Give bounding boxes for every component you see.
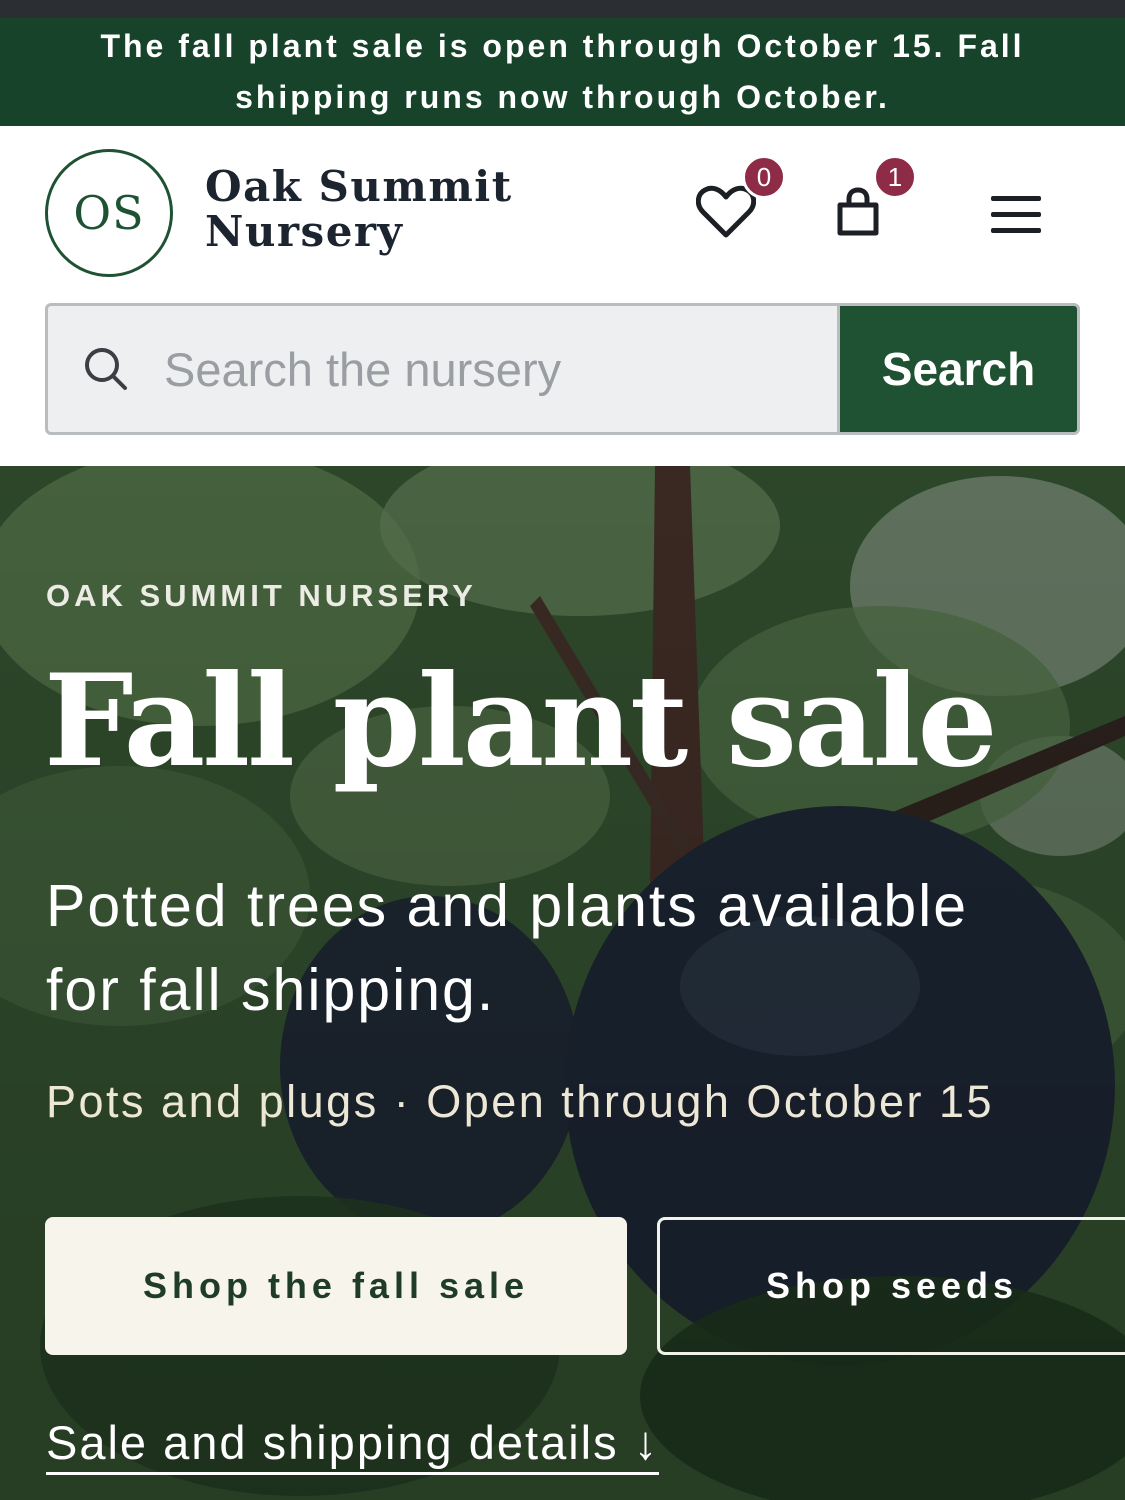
wishlist-count-badge: 0 — [742, 155, 786, 199]
hero-title: Fall plant sale — [44, 647, 998, 795]
logo-wordmark[interactable]: Oak Summit Nursery — [205, 164, 565, 254]
site-header: OS Oak Summit Nursery 0 1 Search — [0, 126, 1125, 466]
search-input[interactable] — [164, 306, 837, 432]
heart-icon — [696, 185, 756, 238]
brand-name-line-1: Oak Summit — [205, 162, 513, 211]
logo-monogram[interactable]: OS — [45, 149, 173, 277]
search-form: Search — [45, 303, 1080, 435]
hamburger-menu-icon — [991, 196, 1041, 233]
brand-name-line-2: Nursery — [205, 207, 404, 256]
search-icon-container — [48, 306, 164, 432]
shop-fall-sale-button[interactable]: Shop the fall sale — [45, 1217, 627, 1355]
hero-banner: OAK SUMMIT NURSERY Fall plant sale Potte… — [0, 466, 1125, 1500]
shop-seeds-button[interactable]: Shop seeds — [657, 1217, 1125, 1355]
search-button[interactable]: Search — [837, 306, 1077, 432]
hero-meta: Pots and plugs · Open through October 15 — [46, 1076, 995, 1127]
hero-eyebrow: OAK SUMMIT NURSERY — [46, 578, 477, 613]
menu-button[interactable] — [980, 181, 1052, 247]
shopping-bag-icon — [837, 187, 879, 236]
status-bar — [0, 0, 1125, 18]
announcement-text: The fall plant sale is open through Octo… — [100, 28, 1025, 115]
announcement-banner: The fall plant sale is open through Octo… — [0, 18, 1125, 126]
sale-details-link[interactable]: Sale and shipping details ↓ — [46, 1414, 660, 1475]
hero-subtitle: Potted trees and plants available for fa… — [46, 873, 969, 1023]
cart-count-badge: 1 — [873, 155, 917, 199]
search-icon — [85, 348, 127, 390]
